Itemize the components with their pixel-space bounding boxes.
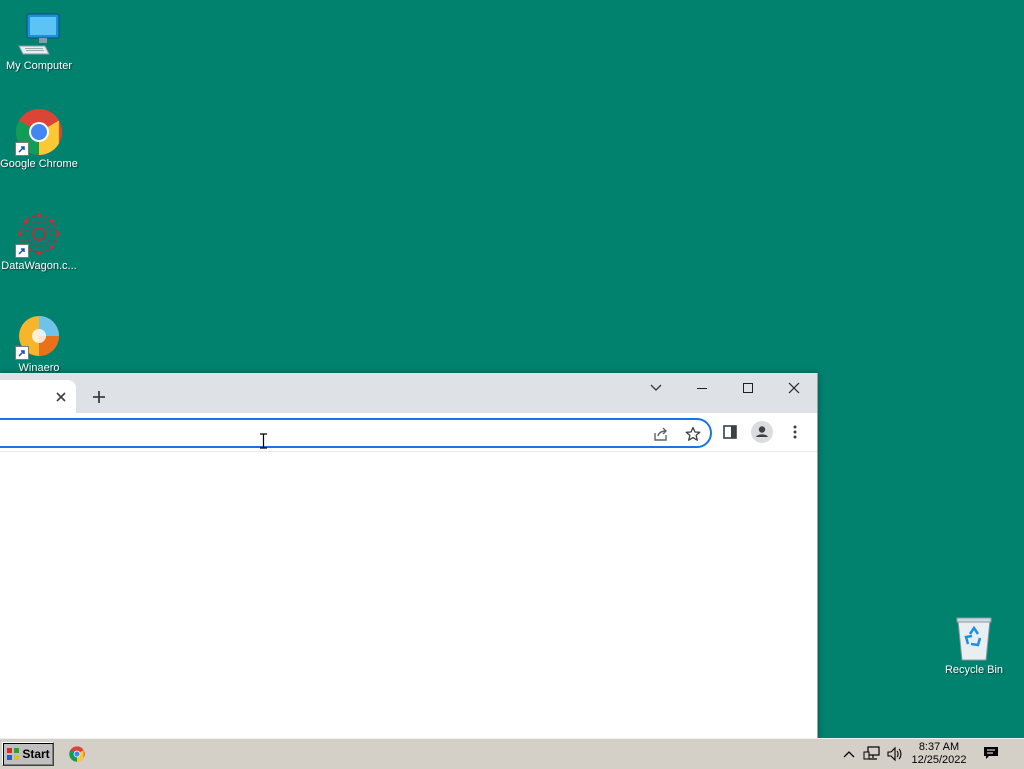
chevron-down-icon (650, 384, 662, 391)
share-button[interactable] (650, 423, 672, 445)
taskbar-chrome-button[interactable] (62, 742, 92, 766)
desktop-icon-label: DataWagon.c... (1, 260, 77, 272)
browser-titlebar[interactable] (0, 373, 817, 413)
side-panel-button[interactable] (718, 420, 742, 444)
profile-button[interactable] (750, 420, 774, 444)
volume-tray-button[interactable] (886, 746, 904, 762)
shortcut-arrow-icon (15, 346, 29, 360)
datawagon-icon (15, 210, 63, 258)
desktop-icon-recycle-bin[interactable]: Recycle Bin (934, 614, 1014, 677)
start-button[interactable]: Start (2, 742, 54, 766)
clock-time: 8:37 AM (918, 741, 960, 753)
show-hidden-icons-button[interactable] (840, 746, 858, 762)
plus-icon (93, 391, 105, 403)
desktop-icon-google-chrome[interactable]: Google Chrome (0, 108, 79, 171)
tab-search-button[interactable] (633, 373, 679, 403)
taskbar: Start 8:37 AM 12/25/2022 (0, 738, 1024, 769)
address-input[interactable] (6, 424, 610, 444)
desktop-icon-label: Recycle Bin (944, 664, 1004, 676)
chrome-icon (15, 108, 63, 156)
chrome-icon (69, 746, 85, 762)
maximize-icon (743, 383, 753, 393)
minimize-button[interactable] (679, 373, 725, 403)
star-icon (685, 426, 701, 441)
text-cursor-icon (260, 433, 267, 449)
desktop-icon-label: Google Chrome (0, 158, 78, 170)
desktop-icon-winaero[interactable]: Winaero (0, 312, 79, 375)
address-bar[interactable] (0, 418, 712, 448)
recycle-bin-icon (950, 614, 998, 662)
speaker-icon (887, 746, 902, 762)
network-icon (863, 746, 880, 760)
start-label: Start (22, 747, 50, 761)
browser-menu-button[interactable] (783, 420, 807, 444)
clock-date: 12/25/2022 (911, 754, 967, 766)
windows-logo-icon (7, 748, 20, 760)
minimize-icon (697, 388, 707, 389)
new-tab-button[interactable] (88, 386, 110, 408)
action-center-button[interactable] (982, 745, 1000, 761)
close-icon (788, 382, 800, 394)
computer-icon (15, 10, 63, 58)
bookmark-star-button[interactable] (682, 423, 704, 445)
chevron-up-icon (843, 751, 855, 758)
network-tray-button[interactable] (863, 746, 881, 762)
shortcut-arrow-icon (15, 244, 29, 258)
close-window-button[interactable] (771, 373, 817, 403)
side-panel-icon (723, 425, 737, 439)
winaero-icon (15, 312, 63, 360)
browser-tab[interactable] (0, 380, 76, 413)
desktop-icon-datawagon[interactable]: DataWagon.c... (0, 210, 79, 273)
browser-window (0, 373, 818, 738)
notification-icon (984, 747, 998, 759)
more-vertical-icon (793, 425, 797, 439)
tab-close-icon[interactable] (53, 389, 69, 405)
browser-toolbar (0, 413, 817, 452)
share-icon (654, 427, 667, 441)
profile-avatar-icon (751, 421, 773, 443)
page-content[interactable] (0, 452, 817, 738)
shortcut-arrow-icon (15, 142, 29, 156)
desktop-icon-label: My Computer (5, 60, 73, 72)
taskbar-clock[interactable]: 8:37 AM 12/25/2022 (906, 741, 972, 767)
desktop-icon-my-computer[interactable]: My Computer (0, 10, 79, 73)
maximize-button[interactable] (725, 373, 771, 403)
